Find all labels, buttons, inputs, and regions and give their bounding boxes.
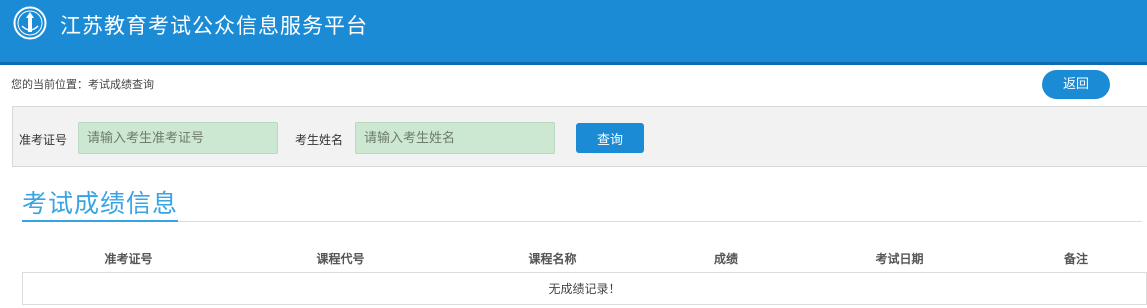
section-title: 考试成绩信息	[22, 189, 179, 218]
student-name-label: 考生姓名	[295, 133, 344, 147]
section-title-underline	[22, 220, 178, 222]
query-button[interactable]: 查询	[576, 123, 644, 153]
exam-id-label: 准考证号	[19, 133, 68, 147]
column-header-remarks: 备注	[1063, 251, 1088, 266]
site-title: 江苏教育考试公众信息服务平台	[60, 14, 368, 38]
empty-row: 无成绩记录！	[22, 272, 1147, 305]
back-button[interactable]: 返回	[1042, 70, 1110, 99]
column-header-course-name: 课程名称	[528, 251, 577, 266]
table-header-row: 准考证号 课程代号 课程名称 成绩 考试日期 备注	[23, 244, 1147, 273]
site-header: 江苏教育考试公众信息服务平台	[0, 0, 1147, 65]
column-header-exam-date: 考试日期	[875, 251, 924, 266]
emblem-icon	[13, 6, 47, 40]
empty-message: 无成绩记录！	[22, 272, 1147, 305]
column-header-score: 成绩	[713, 251, 738, 266]
results-table: 准考证号 课程代号 课程名称 成绩 考试日期 备注 无成绩记录！	[22, 244, 1147, 305]
exam-id-input[interactable]	[78, 122, 278, 154]
column-header-exam-id: 准考证号	[104, 251, 153, 266]
student-name-input[interactable]	[355, 122, 555, 154]
section-divider	[22, 221, 1142, 222]
breadcrumb: 您的当前位置：考试成绩查询	[11, 78, 154, 91]
column-header-course-code: 课程代号	[316, 251, 365, 266]
